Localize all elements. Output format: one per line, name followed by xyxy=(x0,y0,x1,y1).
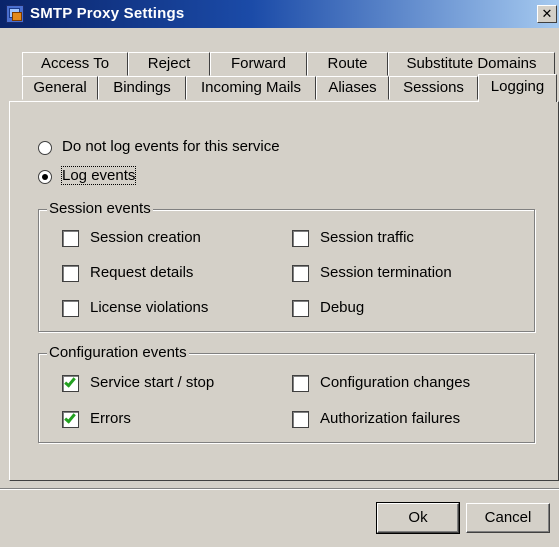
tab-bindings[interactable]: Bindings xyxy=(98,76,186,100)
checkbox-errors-box[interactable] xyxy=(62,411,79,428)
cancel-button[interactable]: Cancel xyxy=(466,503,550,533)
checkbox-configuration-changes-box[interactable] xyxy=(292,375,309,392)
checkbox-session-traffic-box[interactable] xyxy=(292,230,309,247)
checkbox-session-termination-label: Session termination xyxy=(320,264,452,281)
checkbox-session-traffic[interactable]: Session traffic xyxy=(292,228,492,250)
checkbox-errors-label: Errors xyxy=(90,410,131,427)
checkbox-authorization-failures[interactable]: Authorization failures xyxy=(292,409,512,431)
radio-log-events-label: Log events xyxy=(60,166,137,185)
checkbox-debug[interactable]: Debug xyxy=(292,298,492,320)
checkbox-service-start-stop[interactable]: Service start / stop xyxy=(62,373,262,395)
checkbox-license-violations[interactable]: License violations xyxy=(62,298,262,320)
ok-button[interactable]: Ok xyxy=(376,502,460,534)
checkbox-session-creation-box[interactable] xyxy=(62,230,79,247)
checkbox-request-details-label: Request details xyxy=(90,264,194,281)
checkbox-session-termination[interactable]: Session termination xyxy=(292,263,512,285)
tab-logging[interactable]: Logging xyxy=(478,74,557,102)
radio-do-not-log-label: Do not log events for this service xyxy=(62,138,280,155)
app-icon xyxy=(6,5,24,23)
tab-incoming-mails[interactable]: Incoming Mails xyxy=(186,76,316,100)
checkbox-authorization-failures-box[interactable] xyxy=(292,411,309,428)
tab-sessions[interactable]: Sessions xyxy=(389,76,478,100)
checkbox-service-start-stop-label: Service start / stop xyxy=(90,374,215,391)
window-title: SMTP Proxy Settings xyxy=(30,5,185,22)
check-mark-icon xyxy=(64,375,76,388)
checkbox-session-creation[interactable]: Session creation xyxy=(62,228,262,250)
radio-log-events[interactable]: Log events xyxy=(38,166,198,187)
tab-route[interactable]: Route xyxy=(307,52,388,76)
tab-aliases[interactable]: Aliases xyxy=(316,76,389,100)
session-events-title: Session events xyxy=(47,200,153,217)
checkbox-errors[interactable]: Errors xyxy=(62,409,262,431)
checkbox-request-details-box[interactable] xyxy=(62,265,79,282)
tab-forward[interactable]: Forward xyxy=(210,52,307,76)
checkbox-service-start-stop-box[interactable] xyxy=(62,375,79,392)
tab-access-to[interactable]: Access To xyxy=(22,52,128,76)
checkbox-request-details[interactable]: Request details xyxy=(62,263,262,285)
checkbox-license-violations-label: License violations xyxy=(90,299,209,316)
close-button[interactable]: ✕ xyxy=(537,5,557,23)
radio-do-not-log[interactable]: Do not log events for this service xyxy=(38,138,338,158)
checkbox-authorization-failures-label: Authorization failures xyxy=(320,410,461,427)
checkbox-configuration-changes-label: Configuration changes xyxy=(320,374,471,391)
tab-general[interactable]: General xyxy=(22,76,98,100)
radio-log-events-control[interactable] xyxy=(38,170,52,184)
radio-do-not-log-control[interactable] xyxy=(38,141,52,155)
dialog-separator xyxy=(0,488,559,490)
checkbox-configuration-changes[interactable]: Configuration changes xyxy=(292,373,512,395)
checkbox-session-traffic-label: Session traffic xyxy=(320,229,414,246)
checkbox-debug-box[interactable] xyxy=(292,300,309,317)
title-bar[interactable]: SMTP Proxy Settings ✕ xyxy=(0,0,559,28)
configuration-events-title: Configuration events xyxy=(47,344,189,361)
checkbox-license-violations-box[interactable] xyxy=(62,300,79,317)
tab-substitute-domains[interactable]: Substitute Domains xyxy=(388,52,555,76)
tab-reject[interactable]: Reject xyxy=(128,52,210,76)
checkbox-session-creation-label: Session creation xyxy=(90,229,201,246)
checkbox-session-termination-box[interactable] xyxy=(292,265,309,282)
checkbox-debug-label: Debug xyxy=(320,299,365,316)
check-mark-icon xyxy=(64,411,76,424)
